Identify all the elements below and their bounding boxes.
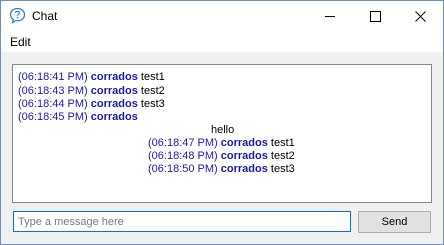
menu-bar: Edit (1, 32, 443, 52)
close-button[interactable] (398, 1, 443, 32)
message-timestamp: (06:18:45 PM) (18, 111, 88, 123)
message-input[interactable] (13, 211, 351, 232)
menu-edit[interactable]: Edit (10, 35, 31, 49)
title-bar[interactable]: Chat (1, 1, 443, 32)
message-text: test3 (140, 98, 165, 110)
minimize-icon (325, 16, 335, 17)
message-username: corrados (90, 98, 138, 110)
chat-message: (06:18:47 PM) corrados test1 (148, 136, 295, 150)
message-timestamp: (06:18:50 PM) (148, 163, 218, 175)
message-timestamp: (06:18:47 PM) (148, 137, 218, 149)
message-username: corrados (90, 71, 138, 83)
message-text: test3 (270, 163, 295, 175)
message-timestamp: (06:18:41 PM) (18, 71, 88, 83)
message-text: hello (211, 124, 235, 136)
message-username: corrados (220, 137, 268, 149)
chat-message: (06:18:45 PM) corrados (18, 110, 138, 124)
chat-message: hello (211, 123, 234, 137)
message-username: corrados (220, 163, 268, 175)
message-text: test1 (270, 137, 295, 149)
chat-window: Chat Edit (06:18:41 PM) corrados test1 (… (0, 0, 444, 245)
chat-bubble-icon (9, 7, 26, 24)
message-text: test2 (140, 85, 165, 97)
message-text: test2 (270, 150, 295, 162)
maximize-icon (370, 11, 381, 22)
message-timestamp: (06:18:43 PM) (18, 85, 88, 97)
minimize-button[interactable] (308, 1, 353, 32)
chat-message: (06:18:48 PM) corrados test2 (148, 149, 295, 163)
message-username: corrados (90, 111, 138, 123)
message-username: corrados (220, 150, 268, 162)
close-icon (415, 11, 426, 22)
chat-message: (06:18:44 PM) corrados test3 (18, 97, 165, 111)
message-timestamp: (06:18:44 PM) (18, 98, 88, 110)
message-text: test1 (140, 71, 165, 83)
send-button[interactable]: Send (358, 211, 431, 233)
window-title: Chat (32, 9, 58, 23)
message-username: corrados (90, 85, 138, 97)
chat-history[interactable]: (06:18:41 PM) corrados test1 (06:18:43 P… (12, 64, 432, 203)
chat-message: (06:18:50 PM) corrados test3 (148, 162, 295, 176)
chat-message: (06:18:43 PM) corrados test2 (18, 84, 165, 98)
chat-message: (06:18:41 PM) corrados test1 (18, 70, 165, 84)
maximize-button[interactable] (353, 1, 398, 32)
message-timestamp: (06:18:48 PM) (148, 150, 218, 162)
